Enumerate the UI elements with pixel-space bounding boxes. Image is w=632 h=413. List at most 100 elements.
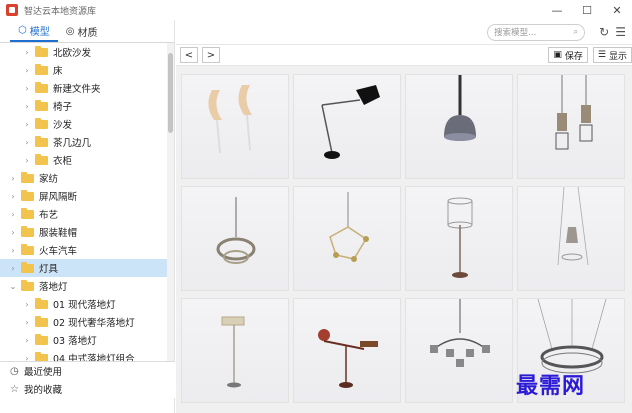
left-panel: ⬡ 模型 ◎ 材质 › 北欧沙发 › 床 › 新建文件夹 › 椅子 › 沙发 › 茶几边几 › 衣柜 › 家纺… [0,20,175,413]
chevron-right-icon[interactable]: › [22,138,32,147]
model-thumbnail[interactable] [293,186,401,291]
tree-item[interactable]: › 03 落地灯 [0,331,168,349]
search-icon[interactable]: ⌕ [573,27,578,37]
tree-item[interactable]: › 布艺 [0,205,168,223]
folder-icon [35,135,48,147]
lamp-icon [447,197,473,278]
tree-item-label: 布艺 [39,210,59,221]
display-label: 显示 [608,51,627,62]
maximize-button[interactable]: ☐ [572,0,602,20]
chevron-right-icon[interactable]: › [22,84,32,93]
tab-models[interactable]: ⬡ 模型 [10,21,58,42]
folder-icon [35,117,48,129]
tree-item[interactable]: › 火车汽车 [0,241,168,259]
lamp-icon [557,186,589,266]
lamp-icon [221,316,245,388]
tree-item-label: 03 落地灯 [53,336,97,347]
chevron-right-icon[interactable]: › [22,156,32,165]
tree-item[interactable]: › 椅子 [0,97,168,115]
model-thumbnail[interactable] [517,186,625,291]
tree-item[interactable]: › 02 现代奢华落地灯 [0,313,168,331]
model-thumbnail[interactable] [405,74,513,179]
right-panel: 搜索模型... ⌕ ↻ ☰ < > ▣ 保存 ☰ 显示 [176,20,632,413]
tab-materials[interactable]: ◎ 材质 [58,21,106,42]
folder-icon [21,261,34,273]
save-button[interactable]: ▣ 保存 [548,47,588,63]
tree-item-label: 北欧沙发 [53,48,92,59]
folder-icon [35,315,48,327]
tree-item[interactable]: › 家纺 [0,169,168,187]
search-input[interactable]: 搜索模型... [494,26,573,38]
chevron-right-icon[interactable]: › [8,192,18,201]
tree-item[interactable]: › 衣柜 [0,151,168,169]
chevron-right-icon[interactable]: › [22,48,32,57]
chevron-right-icon[interactable]: › [8,174,18,183]
chevron-right-icon[interactable]: › [8,264,18,273]
search-box[interactable]: 搜索模型... ⌕ [487,23,586,41]
model-thumbnail[interactable] [405,298,513,403]
category-tabs: ⬡ 模型 ◎ 材质 [0,20,174,43]
folder-icon [21,171,34,183]
tree-item-label: 茶几边几 [53,138,92,149]
chevron-right-icon[interactable]: › [8,210,18,219]
folder-icon [35,99,48,111]
model-thumbnail[interactable] [293,74,401,179]
tree-item-label: 灯具 [39,264,59,275]
tree-item[interactable]: › 北欧沙发 [0,43,168,61]
close-button[interactable]: ✕ [602,0,632,20]
my-favorites-item[interactable]: ☆ 我的收藏 [0,380,175,398]
minimize-button[interactable]: — [542,0,572,20]
tree-item[interactable]: › 服装鞋帽 [0,223,168,241]
recent-used-label: 最近使用 [24,367,63,378]
lamp-icon [216,197,256,264]
forward-button[interactable]: > [202,47,220,63]
folder-icon [21,189,34,201]
title-bar: 智达云本地资源库 — ☐ ✕ [0,0,632,20]
tree-item[interactable]: › 01 现代落地灯 [0,295,168,313]
chevron-right-icon[interactable]: › [22,66,32,75]
folder-icon [35,81,48,93]
tree-item-label: 火车汽车 [39,246,78,257]
model-thumbnail[interactable] [181,186,289,291]
refresh-icon[interactable]: ↻ [599,25,609,39]
back-button[interactable]: < [180,47,198,63]
display-button[interactable]: ☰ 显示 [592,47,632,63]
save-label: 保存 [564,51,583,62]
scrollbar-thumb[interactable] [168,53,173,133]
chevron-right-icon[interactable]: › [8,246,18,255]
tree-item-label: 01 现代落地灯 [53,300,116,311]
tree-item-label: 衣柜 [53,156,73,167]
tree-item-label: 新建文件夹 [53,84,101,95]
tree-item[interactable]: › 床 [0,61,168,79]
model-thumbnail[interactable] [405,186,513,291]
my-favorites-label: 我的收藏 [24,385,63,396]
model-thumbnail[interactable] [517,74,625,179]
chevron-down-icon[interactable]: ⌄ [8,282,18,291]
folder-tree: › 北欧沙发 › 床 › 新建文件夹 › 椅子 › 沙发 › 茶几边几 › 衣柜 › 家纺 › 屏风隔断 › 布艺 › 服… [0,43,168,381]
model-thumbnail[interactable] [181,74,289,179]
chevron-right-icon[interactable]: › [22,120,32,129]
chevron-right-icon[interactable]: › [22,318,32,327]
menu-icon[interactable]: ☰ [615,25,626,39]
recent-used-item[interactable]: ◷ 最近使用 [0,362,175,380]
tree-item-label: 床 [53,66,63,77]
chevron-right-icon[interactable]: › [22,300,32,309]
tree-item[interactable]: › 茶几边几 [0,133,168,151]
tree-item[interactable]: ⌄ 落地灯 [0,277,168,295]
chevron-right-icon[interactable]: › [8,228,18,237]
folder-icon [35,45,48,57]
chevron-right-icon[interactable]: › [22,336,32,345]
tree-item[interactable]: › 屏风隔断 [0,187,168,205]
tree-item[interactable]: › 沙发 [0,115,168,133]
window-controls: — ☐ ✕ [542,0,632,20]
save-icon: ▣ [553,50,562,60]
tree-item[interactable]: › 新建文件夹 [0,79,168,97]
tab-materials-label: 材质 [77,28,98,39]
chevron-right-icon[interactable]: › [22,102,32,111]
model-thumbnail[interactable] [181,298,289,403]
tree-scrollbar[interactable] [167,43,174,381]
tree-item[interactable]: › 灯具 [0,259,168,277]
model-thumbnail[interactable] [293,298,401,403]
lamp-icon [329,192,369,262]
window-title: 智达云本地资源库 [24,6,97,17]
